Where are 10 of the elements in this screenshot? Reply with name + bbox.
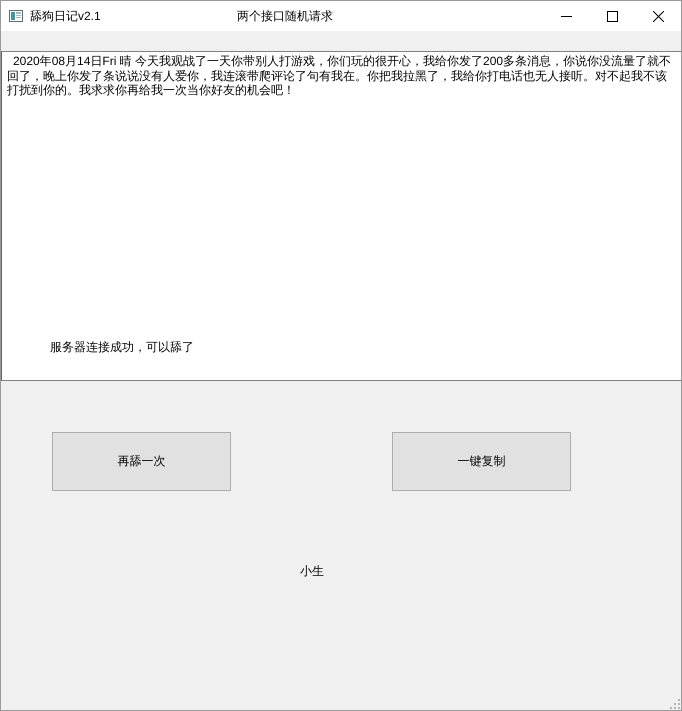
status-label: 服务器连接成功，可以舔了 bbox=[50, 339, 194, 356]
window-title: 舔狗日记v2.1 bbox=[30, 8, 102, 24]
window-caption: 两个接口随机请求 bbox=[237, 8, 333, 24]
close-icon bbox=[652, 10, 664, 22]
author-label: 小生 bbox=[300, 563, 324, 580]
copy-button[interactable]: 一键复制 bbox=[392, 432, 571, 491]
again-button[interactable]: 再舔一次 bbox=[52, 432, 231, 491]
app-window-icon bbox=[9, 10, 23, 22]
maximize-icon bbox=[606, 10, 618, 22]
size-grip-icon[interactable] bbox=[670, 699, 680, 709]
